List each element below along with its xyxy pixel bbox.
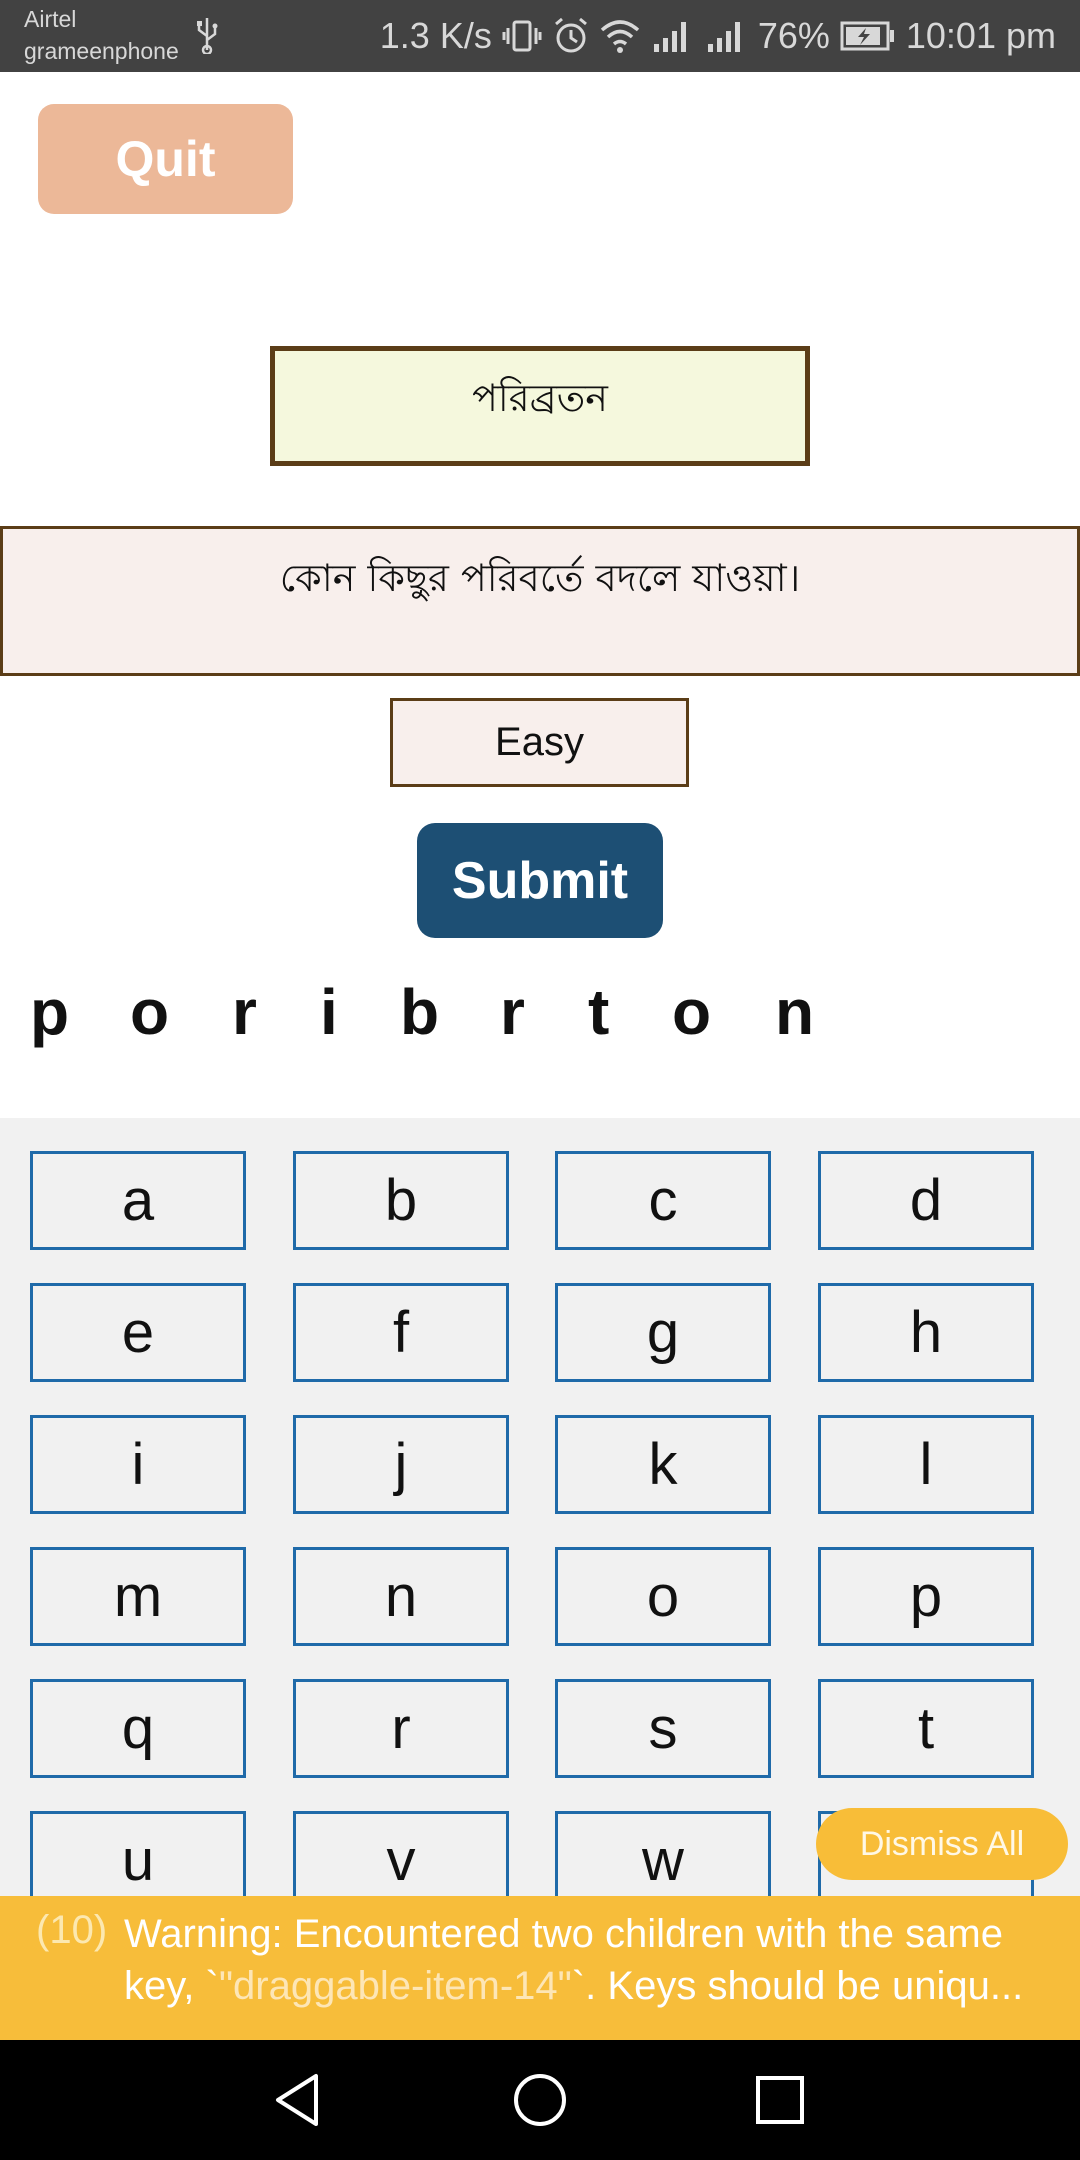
letter-key-d[interactable]: d <box>818 1151 1034 1250</box>
warning-message: Warning: Encountered two children with t… <box>124 1908 1044 2012</box>
answer-letter[interactable]: p <box>30 975 69 1049</box>
letter-key-n[interactable]: n <box>293 1547 509 1646</box>
answer-letter[interactable]: r <box>500 975 525 1049</box>
signal-icon <box>653 22 686 52</box>
letter-key-a[interactable]: a <box>30 1151 246 1250</box>
letter-key-o[interactable]: o <box>555 1547 771 1646</box>
answer-letter[interactable]: o <box>672 975 711 1049</box>
meaning-text: কোন কিছুর পরিবর্তে বদলে যাওয়া। <box>279 556 801 600</box>
quit-button[interactable]: Quit <box>38 104 293 214</box>
status-bar: Airtel grameenphone 1.3 K/s 76% 10:01 pm <box>0 0 1080 72</box>
wifi-icon <box>600 20 639 53</box>
letter-key-t[interactable]: t <box>818 1679 1034 1778</box>
letter-key-g[interactable]: g <box>555 1283 771 1382</box>
difficulty-label: Easy <box>495 720 584 764</box>
signal-icon <box>707 22 740 52</box>
battery-percent: 76% <box>757 15 830 56</box>
answer-letter[interactable]: r <box>232 975 257 1049</box>
answer-letters: poribrton <box>0 975 1080 1065</box>
warning-banner[interactable]: (10) Warning: Encountered two children w… <box>0 1896 1080 2040</box>
warning-text-after: `. Keys should be uniqu... <box>571 1964 1024 2008</box>
letter-key-s[interactable]: s <box>555 1679 771 1778</box>
navigation-bar <box>0 2040 1080 2160</box>
letter-key-k[interactable]: k <box>555 1415 771 1514</box>
letter-key-i[interactable]: i <box>30 1415 246 1514</box>
word-box: পরিব্রতন <box>270 346 810 466</box>
letter-key-r[interactable]: r <box>293 1679 509 1778</box>
letter-key-p[interactable]: p <box>818 1547 1034 1646</box>
letter-key-h[interactable]: h <box>818 1283 1034 1382</box>
clock: 10:01 pm <box>905 15 1056 56</box>
letter-key-c[interactable]: c <box>555 1151 771 1250</box>
letter-key-e[interactable]: e <box>30 1283 246 1382</box>
letter-key-f[interactable]: f <box>293 1283 509 1382</box>
answer-letter[interactable]: i <box>320 975 338 1049</box>
recents-icon[interactable] <box>750 2070 810 2130</box>
carrier-name-secondary: grameenphone <box>24 38 179 64</box>
meaning-box: কোন কিছুর পরিবর্তে বদলে যাওয়া। <box>0 526 1080 676</box>
battery-charging-icon <box>840 21 894 51</box>
dismiss-all-button[interactable]: Dismiss All <box>816 1808 1068 1880</box>
carrier-name: Airtel <box>24 6 77 32</box>
vibrate-icon <box>502 20 542 52</box>
answer-letter[interactable]: t <box>588 975 609 1049</box>
answer-letter[interactable]: o <box>130 975 169 1049</box>
usb-icon <box>197 18 218 54</box>
home-icon[interactable] <box>510 2070 570 2130</box>
letter-key-j[interactable]: j <box>293 1415 509 1514</box>
submit-button[interactable]: Submit <box>417 823 663 938</box>
letter-key-q[interactable]: q <box>30 1679 246 1778</box>
network-speed: 1.3 K/s <box>379 15 492 56</box>
letter-key-m[interactable]: m <box>30 1547 246 1646</box>
letter-key-l[interactable]: l <box>818 1415 1034 1514</box>
warning-key-value: "draggable-item-14" <box>218 1964 572 2008</box>
answer-letter[interactable]: n <box>775 975 814 1049</box>
warning-count: (10) <box>36 1908 108 1952</box>
difficulty-badge: Easy <box>390 698 689 787</box>
letter-key-b[interactable]: b <box>293 1151 509 1250</box>
back-icon[interactable] <box>270 2070 330 2130</box>
letter-keyboard: abcdefghijklmnopqrstuvwx <box>0 1118 1080 1910</box>
answer-letter[interactable]: b <box>400 975 439 1049</box>
word-text: পরিব্রতন <box>472 376 608 420</box>
alarm-icon <box>554 17 587 53</box>
